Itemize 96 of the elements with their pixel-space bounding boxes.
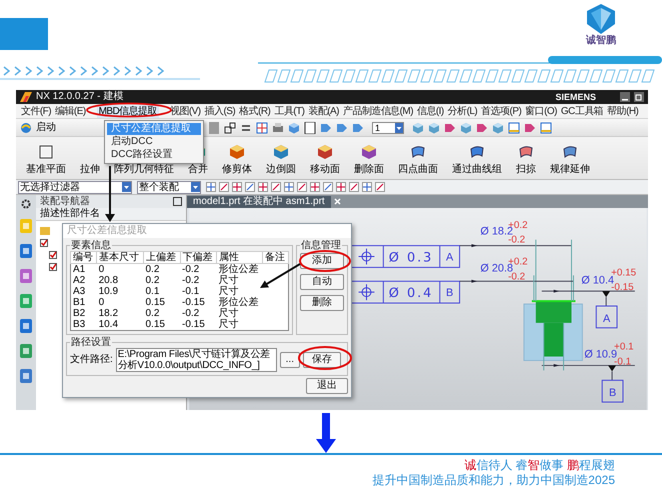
- menu-item[interactable]: 首选项(P): [479, 104, 524, 118]
- ribbon-button[interactable]: 删除面: [354, 164, 384, 176]
- ribbon-button[interactable]: 拉伸: [80, 164, 100, 176]
- table-cell: 0.15: [144, 297, 180, 308]
- table-cell: -0.15: [180, 319, 216, 330]
- ribbon-button[interactable]: 边倒圆: [266, 164, 296, 176]
- menu-item[interactable]: 分析(L): [446, 104, 480, 118]
- logo-text: 诚智鹏: [586, 35, 616, 47]
- table-cell: 0.1: [144, 286, 180, 297]
- datum-label: A: [603, 312, 610, 325]
- menu-item[interactable]: 文件(F): [19, 104, 54, 118]
- table-cell: 形位公差: [216, 264, 262, 275]
- window-title: NX 12.0.0.27 - 建模: [36, 91, 124, 103]
- tagline-text: 提升中国制造品质和能力，助力中国制造2025: [371, 473, 615, 488]
- menu-item[interactable]: 产品制造信息(M): [340, 104, 415, 118]
- dialog-title: 尺寸公差信息提取: [63, 224, 351, 238]
- ribbon-button[interactable]: 通过曲线组: [452, 164, 502, 176]
- layer-dropdown[interactable]: 1: [372, 122, 404, 134]
- table-cell: 尺寸: [216, 275, 262, 286]
- browse-button[interactable]: ...: [280, 352, 300, 368]
- table-cell: 0.15: [144, 319, 180, 330]
- table-cell: 尺寸: [216, 286, 262, 297]
- datum-label: B: [608, 387, 616, 400]
- group-label: 信息管理: [300, 240, 342, 251]
- dimension-value: Ø 10.9: [584, 348, 617, 361]
- menu-item[interactable]: 窗口(O): [523, 104, 559, 118]
- table-cell: 20.8: [96, 275, 144, 286]
- ribbon-button[interactable]: 修剪体: [222, 164, 252, 176]
- ribbon-button[interactable]: 阵列几何特征: [114, 164, 174, 176]
- tolerance-value: Ø 0.4: [388, 286, 434, 302]
- menu-option[interactable]: 启动DCC: [107, 136, 201, 148]
- brand-label: SIEMENS: [555, 91, 596, 103]
- ribbon-button[interactable]: 四点曲面: [398, 164, 438, 176]
- table-cell: A3: [70, 286, 97, 297]
- table-cell: 尺寸: [216, 319, 262, 330]
- table-cell: 0: [96, 264, 144, 275]
- selection-filter-dropdown[interactable]: 无选择过滤器: [18, 180, 132, 194]
- column-header: 上偏差: [144, 252, 180, 264]
- exit-button[interactable]: 退出: [306, 378, 348, 394]
- table-cell: -0.1: [180, 286, 216, 297]
- ribbon-button[interactable]: 基准平面: [26, 164, 66, 176]
- navigator-title: 装配导航器: [40, 196, 90, 208]
- menu-item[interactable]: 帮助(H): [605, 104, 640, 118]
- table-cell: 形位公差: [216, 297, 262, 308]
- menu-item[interactable]: 格式(R): [237, 104, 272, 118]
- scope-dropdown[interactable]: 整个装配: [137, 180, 201, 194]
- menu-item[interactable]: 信息(I): [415, 104, 446, 118]
- ribbon-button[interactable]: 规律延伸: [550, 164, 590, 176]
- table-cell: -0.15: [180, 297, 216, 308]
- slogan-text: 诚信待人 睿智做事 鹏程展翅: [463, 458, 615, 473]
- table-cell: 0: [96, 297, 144, 308]
- tolerance-value: Ø 0.3: [388, 250, 434, 266]
- table-cell: A2: [70, 275, 97, 286]
- start-menu-button[interactable]: 启动: [36, 122, 56, 134]
- action-button[interactable]: 删除: [300, 295, 344, 311]
- column-header: 描述性部件名: [36, 208, 186, 221]
- datum-reference: A: [446, 251, 454, 264]
- table-cell: 0.2: [144, 308, 180, 319]
- table-cell: -0.2: [180, 275, 216, 286]
- menu-item[interactable]: 工具(T): [272, 104, 306, 118]
- ribbon-button[interactable]: 扫掠: [516, 164, 536, 176]
- table-cell: A1: [70, 264, 97, 275]
- save-button[interactable]: 保存: [303, 352, 341, 368]
- table-cell: 10.4: [96, 319, 144, 330]
- table-cell: B1: [70, 297, 97, 308]
- action-button[interactable]: 自动: [300, 274, 344, 290]
- menu-option[interactable]: DCC路径设置: [107, 149, 201, 161]
- table-cell: 10.9: [96, 286, 144, 297]
- table-cell: B3: [70, 319, 97, 330]
- table-cell: 0.2: [144, 275, 180, 286]
- column-header: 编号: [70, 252, 97, 264]
- column-header: 基本尺寸: [96, 252, 144, 264]
- menu-item[interactable]: 插入(S): [202, 104, 238, 118]
- table-cell: 尺寸: [216, 308, 262, 319]
- lower-tolerance: -0.1: [614, 356, 632, 368]
- menu-item[interactable]: GC工具箱: [558, 104, 606, 118]
- table-cell: B2: [70, 308, 97, 319]
- menu-item[interactable]: 装配(A): [306, 104, 341, 118]
- group-label: 要素信息: [70, 240, 112, 251]
- menu-item[interactable]: 视图(V): [168, 104, 203, 118]
- column-header: 下偏差: [180, 252, 216, 264]
- ribbon-button[interactable]: 合并: [188, 164, 208, 176]
- path-field[interactable]: E:\Program Files\尺寸链计算及公差分析V10.0.0\output\DCC_INFO_]: [116, 348, 277, 372]
- ribbon-button[interactable]: 移动面: [310, 164, 340, 176]
- group-label: 路径设置: [70, 337, 112, 348]
- table-cell: -0.2: [180, 308, 216, 319]
- column-header: 属性: [216, 252, 262, 264]
- table-cell: 0.2: [144, 264, 180, 275]
- menu-item[interactable]: 编辑(E): [53, 104, 88, 118]
- document-tab[interactable]: model1.prt 在装配中 asm1.prt: [187, 196, 331, 208]
- field-label: 文件路径:: [70, 354, 113, 366]
- datum-reference: B: [446, 287, 454, 300]
- table-cell: 18.2: [96, 308, 144, 319]
- column-header: 备注: [262, 252, 288, 264]
- table-cell: -0.2: [180, 264, 216, 275]
- action-button[interactable]: 添加: [300, 253, 344, 269]
